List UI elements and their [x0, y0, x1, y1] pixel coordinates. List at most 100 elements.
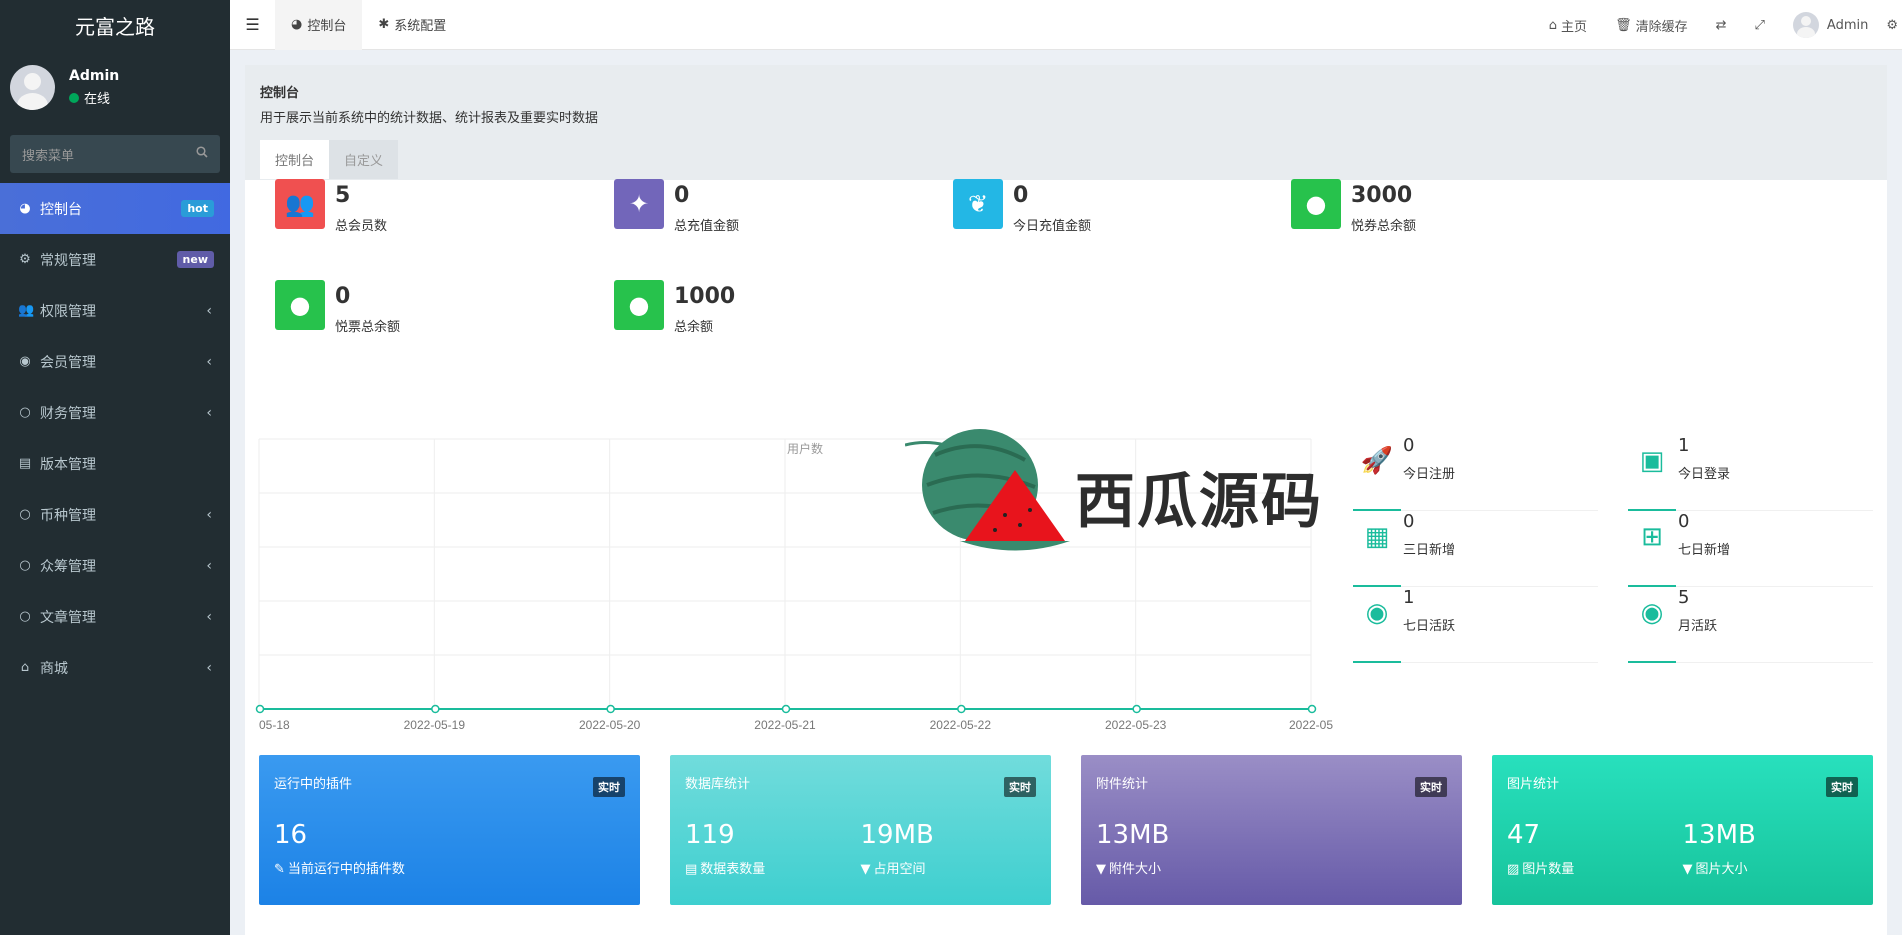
- topbar: ☰ ◕ 控制台 ✱ 系统配置 ⌂ 主页 🗑 清除缓存 ⇄ ⤢ Admin ⚙: [230, 0, 1902, 50]
- filter-icon: ▼: [1096, 862, 1106, 877]
- dashboard-icon: ◕: [19, 201, 31, 216]
- admin-menu[interactable]: Admin: [1779, 12, 1882, 38]
- vcard-icon: ▣: [1639, 446, 1665, 476]
- card-sub-label: 当前运行中的插件数: [287, 862, 405, 877]
- dashboard-icon: ◕: [291, 17, 303, 32]
- stat-box: ❦ 0 今日充值金额: [953, 179, 1091, 234]
- right-stat-value: 5: [1678, 587, 1690, 608]
- fullscreen-icon[interactable]: ⤢: [1755, 18, 1765, 33]
- chevron-left-icon: ‹: [206, 659, 212, 676]
- sidebar-item-4[interactable]: ○ 财务管理 ‹: [0, 387, 230, 438]
- sidebar-item-label: 财务管理: [40, 405, 96, 422]
- translate-button[interactable]: ⇄: [1702, 18, 1741, 33]
- clear-cache-button[interactable]: 🗑 清除缓存: [1601, 16, 1702, 35]
- stat-box: ● 1000 总余额: [614, 280, 735, 335]
- menu-badge: new: [176, 251, 214, 268]
- realtime-badge: 实时: [1004, 777, 1036, 797]
- card-value: 119: [685, 820, 735, 850]
- underline: [1628, 661, 1676, 663]
- gear-icon[interactable]: ⚙: [1886, 18, 1898, 33]
- content-tabs: 控制台 自定义: [260, 140, 1872, 179]
- search-placeholder: 搜索菜单: [22, 148, 75, 164]
- search-icon[interactable]: [196, 146, 208, 162]
- user-icon: ●: [1291, 179, 1341, 229]
- tab-custom[interactable]: 自定义: [329, 140, 399, 179]
- card-sub-label: 附件大小: [1109, 862, 1162, 877]
- sidebar-item-label: 众筹管理: [40, 558, 96, 575]
- sidebar-item-label: 币种管理: [40, 507, 96, 524]
- topbar-right: ⌂ 主页 🗑 清除缓存 ⇄ ⤢ Admin ⚙: [1535, 0, 1902, 50]
- card-value: 19MB: [860, 820, 934, 850]
- sidebar-item-6[interactable]: ○ 币种管理 ‹: [0, 489, 230, 540]
- right-stat-label: 月活跃: [1678, 619, 1718, 634]
- sidebar-item-2[interactable]: 👥 权限管理 ‹: [0, 285, 230, 336]
- user-circle-icon: ◉: [1365, 598, 1389, 628]
- filter-icon: ▼: [1682, 862, 1693, 877]
- home-icon: ⌂: [20, 660, 30, 675]
- sidebar-item-3[interactable]: ◉ 会员管理 ‹: [0, 336, 230, 387]
- stat-box: ● 3000 悦券总余额: [1291, 179, 1416, 234]
- cogs-icon: ⚙: [19, 252, 31, 267]
- admin-label: Admin: [1826, 17, 1869, 33]
- right-stat-value: 0: [1403, 435, 1415, 456]
- data-point[interactable]: [781, 704, 791, 714]
- sidebar-item-0[interactable]: ◕ 控制台 hot: [0, 183, 230, 234]
- stat-label: 悦券总余额: [1351, 219, 1417, 234]
- realtime-badge: 实时: [1826, 777, 1858, 797]
- x-tick-label: 05-18: [259, 718, 290, 732]
- home-link[interactable]: ⌂ 主页: [1535, 16, 1601, 35]
- user-circle-icon: ◉: [19, 354, 31, 369]
- right-stat-item: ◉ 5 月活跃: [1628, 587, 1873, 663]
- home-icon: ⌂: [1548, 17, 1558, 33]
- sidebar-item-8[interactable]: ○ 文章管理 ‹: [0, 591, 230, 642]
- stat-label: 总会员数: [335, 219, 388, 234]
- data-point[interactable]: [1307, 704, 1317, 714]
- file-icon: ▤: [18, 456, 32, 471]
- card-sub-label: 数据表数量: [700, 862, 766, 877]
- right-stat-label: 七日新增: [1678, 543, 1731, 558]
- leaf-icon: ❦: [953, 179, 1003, 229]
- hamburger-icon[interactable]: ☰: [245, 15, 259, 34]
- tab-system-config[interactable]: ✱ 系统配置: [362, 0, 462, 50]
- stat-label: 悦票总余额: [335, 320, 401, 335]
- page-title: 控制台: [260, 86, 300, 101]
- sidebar-item-label: 商城: [40, 660, 68, 677]
- sidebar-item-1[interactable]: ⚙ 常规管理 new: [0, 234, 230, 285]
- card-value: 16: [274, 820, 308, 850]
- stat-label: 今日充值金额: [1013, 219, 1092, 234]
- data-point[interactable]: [255, 704, 265, 714]
- tab-dashboard-content[interactable]: 控制台: [260, 140, 330, 179]
- tab-dashboard[interactable]: ◕ 控制台: [275, 0, 363, 50]
- sidebar-item-7[interactable]: ○ 众筹管理 ‹: [0, 540, 230, 591]
- calendar-plus-icon: ⊞: [1641, 522, 1663, 552]
- right-stat-value: 0: [1403, 511, 1415, 532]
- user-icon: ●: [614, 280, 664, 330]
- data-point[interactable]: [606, 704, 615, 714]
- x-tick-label: 2022-05-20: [579, 718, 641, 732]
- tab-label: 控制台: [307, 19, 347, 34]
- image-icon: ▨: [1507, 862, 1520, 877]
- main-content: 控制台 用于展示当前系统中的统计数据、统计报表及重要实时数据 控制台 自定义 👥…: [245, 65, 1887, 935]
- menu-badge: hot: [181, 200, 214, 217]
- settings-button[interactable]: ⚙: [1882, 18, 1902, 33]
- sidebar-item-9[interactable]: ⌂ 商城 ‹: [0, 642, 230, 693]
- search-input[interactable]: 搜索菜单: [10, 135, 220, 173]
- data-point[interactable]: [431, 704, 440, 714]
- data-point[interactable]: [957, 704, 966, 714]
- avatar: [10, 65, 55, 110]
- circle-icon: ○: [19, 405, 31, 420]
- fullscreen-button[interactable]: ⤢: [1741, 18, 1779, 33]
- translate-icon[interactable]: ⇄: [1716, 18, 1727, 33]
- stat-value: 0: [335, 284, 351, 309]
- sidebar-toggle-button[interactable]: ☰: [230, 15, 275, 34]
- clear-cache-label: 清除缓存: [1635, 19, 1688, 35]
- app-logo-title[interactable]: 元富之路: [0, 0, 230, 50]
- sidebar-item-5[interactable]: ▤ 版本管理: [0, 438, 230, 489]
- sidebar: 元富之路 Admin 在线 搜索菜单 ◕ 控制台 hot ⚙ 常规管理 new 👥 权限管理 ‹…: [0, 0, 230, 935]
- stat-box: ✦ 0 总充值金额: [614, 179, 739, 234]
- user-panel: Admin 在线: [0, 50, 230, 125]
- sidebar-item-label: 会员管理: [40, 354, 96, 371]
- realtime-badge: 实时: [593, 777, 625, 797]
- data-point[interactable]: [1132, 704, 1141, 714]
- right-stat-item: 🚀 0 今日注册: [1353, 435, 1598, 511]
